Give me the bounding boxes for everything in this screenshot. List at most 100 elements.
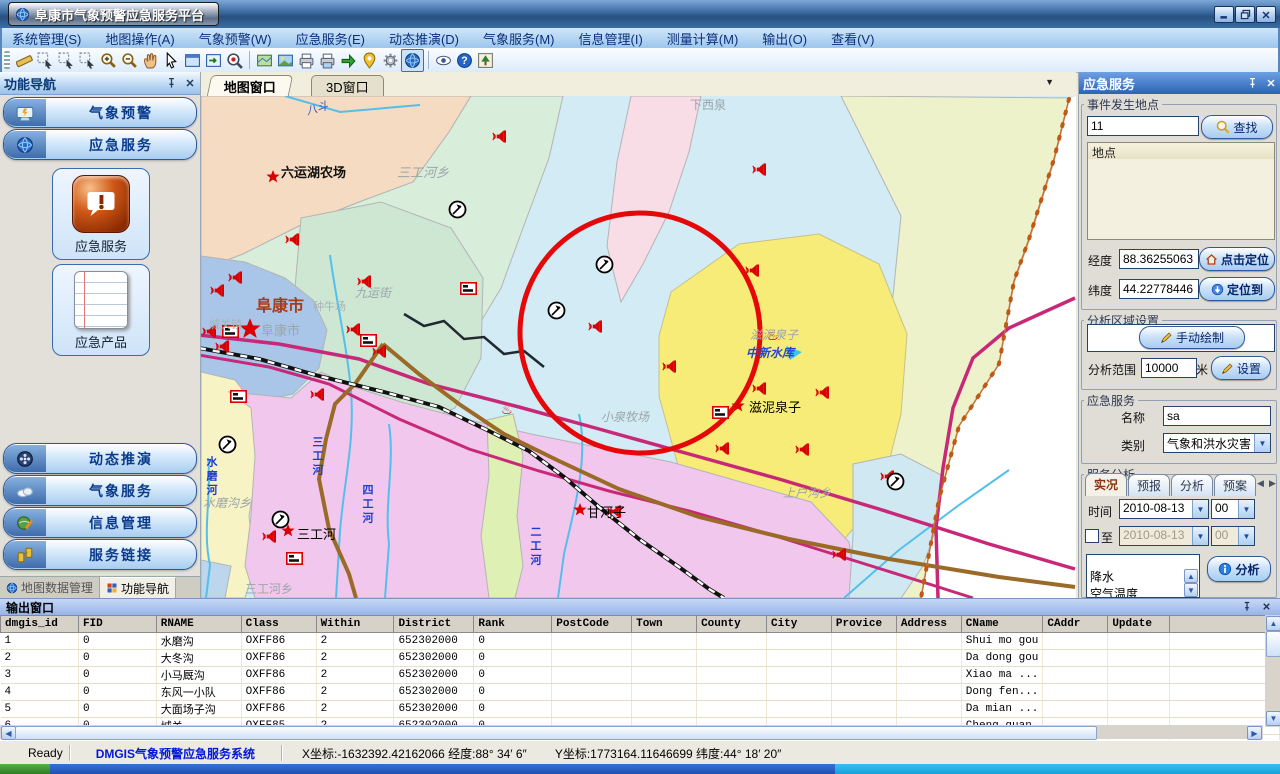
menu-output[interactable]: 输出(O) [750, 29, 819, 48]
service-globe-icon[interactable] [401, 49, 424, 72]
pin-icon[interactable] [1241, 601, 1253, 613]
close-icon[interactable] [1265, 77, 1277, 89]
sidebar-item-dynamic-deduction[interactable]: 动态推演 [3, 443, 197, 474]
print-preview-icon[interactable] [317, 50, 338, 71]
tab-forecast[interactable]: 预报 [1128, 474, 1170, 496]
menu-measure[interactable]: 测量计算(M) [655, 29, 751, 48]
refresh-map-icon[interactable] [203, 50, 224, 71]
export-image-icon[interactable] [275, 50, 296, 71]
export-map-icon[interactable] [254, 50, 275, 71]
close-icon[interactable] [184, 77, 196, 89]
table-vscrollbar[interactable]: ▲ ▼ [1265, 615, 1280, 727]
table-row[interactable]: 50大面场子沟OXFF8626523020000Da mian ... [1, 701, 1280, 718]
to-checkbox[interactable] [1085, 529, 1099, 543]
scroll-left-icon[interactable]: ◀ [1, 726, 16, 740]
zoom-out-icon[interactable] [119, 50, 140, 71]
shelter-flag-icon[interactable] [223, 326, 238, 337]
tool-emergency-service[interactable]: 应急服务 [52, 168, 150, 260]
sidebar-item-weather-service[interactable]: 气象服务 [3, 475, 197, 506]
tab-3d-window[interactable]: 3D窗口 [311, 75, 384, 96]
event-location-input[interactable] [1087, 116, 1199, 136]
table-hscrollbar[interactable]: ◀ ▶ [0, 725, 1263, 739]
shelter-flag-icon[interactable] [231, 391, 246, 402]
scroll-down-icon[interactable]: ▼ [1184, 583, 1198, 597]
sidebar-item-service-links[interactable]: 服务链接 [3, 539, 197, 570]
chevron-down-icon[interactable]: ▼ [1192, 500, 1208, 518]
sidebar-item-weather-warning[interactable]: 气象预警 [3, 97, 197, 128]
map-legend-icon[interactable] [475, 50, 496, 71]
shelter-flag-icon[interactable] [361, 335, 376, 346]
pan-hand-icon[interactable] [140, 50, 161, 71]
tab-plan[interactable]: 预案 [1214, 474, 1256, 496]
menu-view[interactable]: 查看(V) [819, 29, 886, 48]
tab-live[interactable]: 实况 [1085, 473, 1127, 496]
place-pin-icon[interactable] [359, 50, 380, 71]
monitoring-station-icon[interactable] [888, 474, 904, 490]
help-icon[interactable] [454, 50, 475, 71]
chevron-down-icon[interactable]: ▼ [1254, 434, 1270, 452]
monitoring-station-icon[interactable] [597, 257, 613, 273]
close-button[interactable] [1256, 6, 1276, 23]
table-row[interactable]: 40东风一小队OXFF8626523020000Dong fen... [1, 684, 1280, 701]
list-item-precipitation[interactable]: 降水 [1090, 568, 1196, 585]
zoom-in-icon[interactable] [98, 50, 119, 71]
tab-function-navigation[interactable]: 功能导航 [100, 577, 176, 598]
table-row[interactable]: 20大冬沟OXFF8626523020000Da dong gou [1, 650, 1280, 667]
longitude-input[interactable] [1119, 249, 1199, 269]
tab-strip-menu-arrow-icon[interactable]: ▼ [1045, 77, 1054, 87]
analysis-range-input[interactable] [1141, 358, 1197, 378]
print-icon[interactable] [296, 50, 317, 71]
identify-icon[interactable] [224, 50, 245, 71]
menu-map-ops[interactable]: 地图操作(A) [93, 29, 186, 48]
monitoring-station-icon[interactable] [220, 437, 236, 453]
settings-gear-icon[interactable] [380, 50, 401, 71]
monitoring-station-icon[interactable] [450, 202, 466, 218]
shelter-flag-icon[interactable] [287, 553, 302, 564]
menu-weather-service[interactable]: 气象服务(M) [471, 29, 567, 48]
service-type-select[interactable]: 气象和洪水灾害 ▼ [1163, 433, 1271, 453]
map-canvas[interactable]: 八斗 下西泉 六运湖农场 三工河乡 九运街 阜康市 城关镇 阜康市 种牛场 滋泥… [201, 96, 1076, 598]
go-arrow-icon[interactable] [338, 50, 359, 71]
ruler-icon[interactable] [14, 50, 35, 71]
tab-map-data-management[interactable]: 地图数据管理 [0, 577, 100, 598]
toolbar-grip[interactable] [4, 51, 10, 69]
select-irregular-icon[interactable] [56, 50, 77, 71]
table-row[interactable]: 10水磨沟OXFF8626523020000Shui mo gou [1, 633, 1280, 650]
shelter-flag-icon[interactable] [461, 283, 476, 294]
hscroll-thumb[interactable] [15, 726, 1097, 740]
service-name-input[interactable] [1163, 406, 1271, 426]
start-button-edge[interactable] [0, 764, 50, 774]
vscroll-thumb[interactable] [1266, 631, 1280, 657]
range-set-button[interactable]: 设置 [1211, 356, 1271, 380]
manual-draw-button[interactable]: 手动绘制 [1139, 326, 1245, 349]
scroll-up-icon[interactable]: ▲ [1266, 616, 1280, 631]
taskbar-active-app-edge[interactable] [835, 764, 1280, 774]
location-list[interactable] [1087, 159, 1275, 240]
menu-weather-warning[interactable]: 气象预警(W) [187, 29, 284, 48]
table-row[interactable]: 30小马厩沟OXFF8626523020000Xiao ma ... [1, 667, 1280, 684]
monitoring-station-icon[interactable] [273, 512, 289, 528]
menu-system[interactable]: 系统管理(S) [0, 29, 93, 48]
date-select[interactable]: 2010-08-13 ▼ [1119, 499, 1209, 519]
hour-select[interactable]: 00 ▼ [1211, 499, 1255, 519]
pin-icon[interactable] [165, 77, 178, 90]
list-item-air-temperature[interactable]: 空气温度 [1090, 585, 1196, 598]
date-to-select[interactable]: 2010-08-13 ▼ [1119, 526, 1209, 546]
pointer-icon[interactable] [161, 50, 182, 71]
chevron-down-icon[interactable]: ▼ [1238, 500, 1254, 518]
tab-map-window[interactable]: 地图窗口 [207, 75, 293, 96]
monitoring-station-icon[interactable] [549, 303, 565, 319]
sidebar-item-info-management[interactable]: 信息管理 [3, 507, 197, 538]
search-button[interactable]: 查找 [1201, 115, 1273, 139]
scroll-up-icon[interactable]: ▲ [1184, 569, 1198, 583]
analyze-button[interactable]: 分析 [1207, 556, 1271, 582]
menu-info[interactable]: 信息管理(I) [567, 29, 655, 48]
visibility-eye-icon[interactable] [433, 50, 454, 71]
scroll-down-icon[interactable]: ▼ [1266, 711, 1280, 726]
menu-emergency[interactable]: 应急服务(E) [284, 29, 377, 48]
full-extent-icon[interactable] [182, 50, 203, 71]
shelter-flag-icon[interactable] [713, 407, 728, 418]
element-listbox[interactable]: 降水 空气温度 ▲ ▼ [1086, 554, 1200, 598]
sidebar-item-emergency-service[interactable]: 应急服务 [3, 129, 197, 160]
scroll-right-icon[interactable]: ▶ [1247, 726, 1262, 740]
